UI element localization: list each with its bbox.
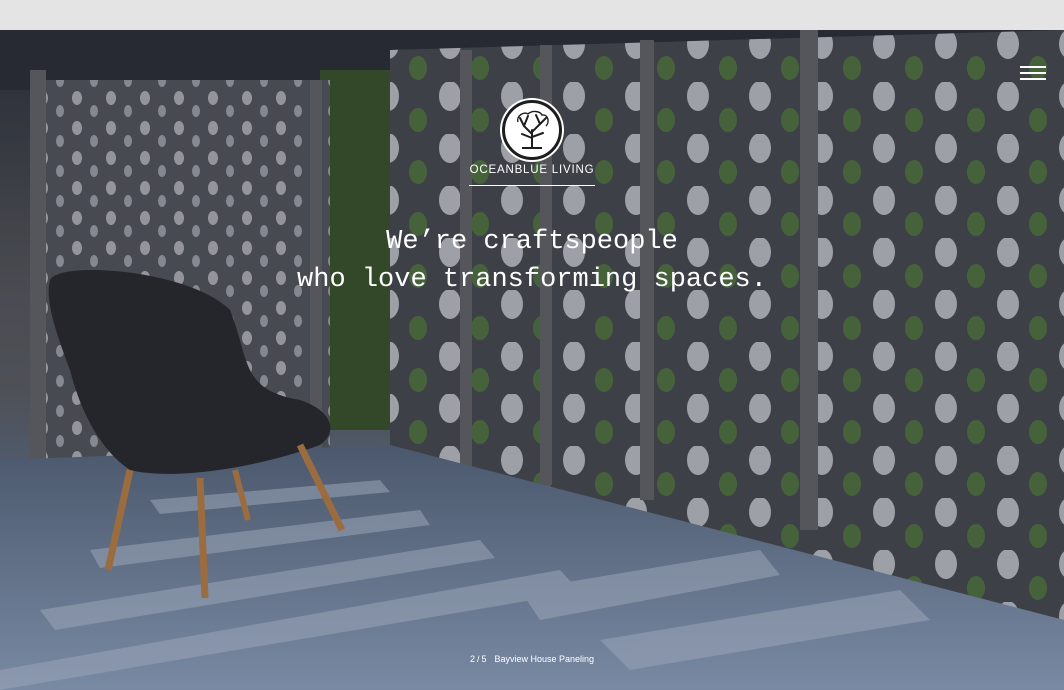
menu-line: [1020, 66, 1046, 68]
hero-headline: We’re craftspeople who love transforming…: [0, 223, 1064, 299]
hero-slide: OCEANBLUE LIVING We’re craftspeople who …: [0, 30, 1064, 690]
menu-line: [1020, 72, 1046, 74]
slide-current: 2: [469, 654, 475, 664]
tree-icon: [502, 100, 562, 160]
slide-separator: /: [476, 654, 480, 664]
site-logo[interactable]: OCEANBLUE LIVING: [469, 100, 595, 186]
slide-caption: 2/5 Bayview House Paneling: [0, 654, 1064, 664]
slide-total: 5: [481, 654, 487, 664]
logo-underline: [469, 185, 595, 186]
headline-line-1: We’re craftspeople: [386, 227, 678, 257]
slide-title: Bayview House Paneling: [494, 654, 595, 664]
hamburger-menu-icon[interactable]: [1020, 66, 1046, 84]
logo-brand-text: OCEANBLUE LIVING: [469, 164, 595, 176]
headline-line-2: who love transforming spaces.: [297, 265, 767, 295]
menu-line: [1020, 78, 1046, 80]
browser-top-bar: [0, 0, 1064, 30]
